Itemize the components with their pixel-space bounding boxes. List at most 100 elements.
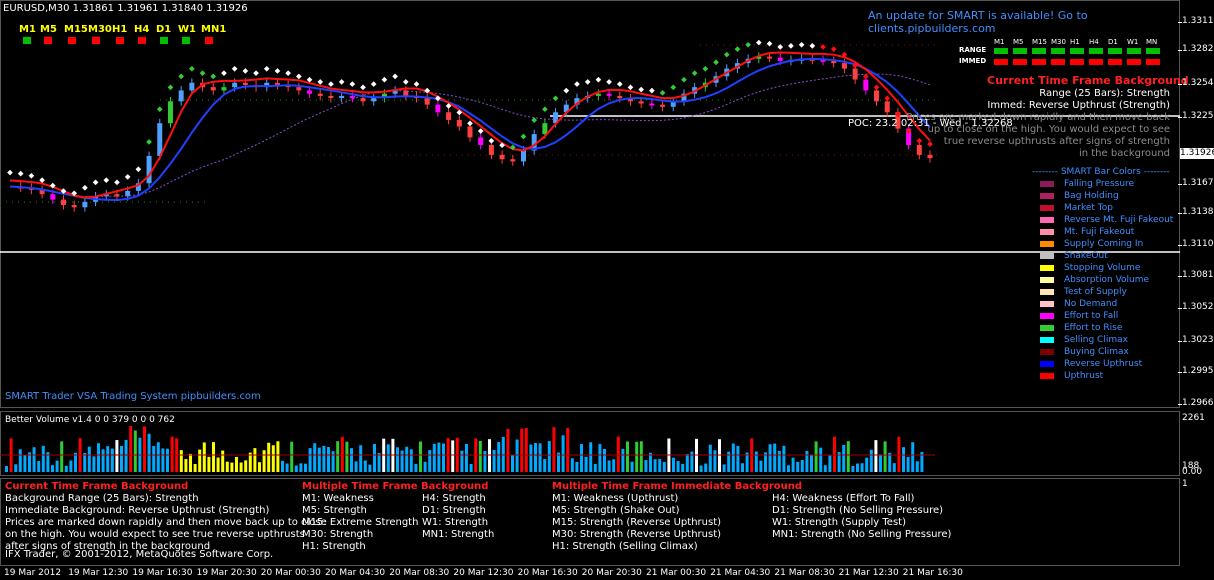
price-tick-label: 1.29950 (1182, 366, 1214, 376)
price-bar (595, 93, 601, 96)
volume-bar (644, 460, 648, 472)
time-tick-label: 19 Mar 16:30 (132, 568, 193, 578)
volume-bar (828, 455, 832, 472)
time-tick-label: 19 Mar 12:30 (68, 568, 129, 578)
volume-bar (874, 440, 878, 472)
volume-bar (741, 463, 744, 472)
volume-bar (580, 444, 583, 472)
price-bar (274, 82, 280, 85)
legend-label: Reverse Upthrust (1064, 359, 1143, 369)
legend-item: Absorption Volume (1040, 275, 1180, 285)
legend-item: Reverse Mt. Fuji Fakeout (1040, 215, 1180, 225)
volume-bar (575, 461, 579, 472)
volume-bar (662, 461, 666, 472)
signal-diamond (349, 81, 356, 87)
price-tick-mark (1178, 341, 1182, 342)
update-notice[interactable]: An update for SMART is available! Go to … (868, 9, 1214, 35)
grid-range-label: RANGE (959, 46, 987, 54)
volume-axis-min: 0.00 (1182, 467, 1203, 477)
volume-bar (842, 444, 846, 472)
legend-swatch (1040, 289, 1054, 295)
price-tick-label: 1.30525 (1182, 302, 1214, 312)
volume-bar (350, 448, 353, 472)
tf-label-mn1: MN1 (201, 24, 227, 35)
ind-col1-desc-2: on the high. You would expect to see tru… (5, 529, 305, 540)
signal-diamond (520, 133, 527, 140)
grid-range-cell (1108, 48, 1122, 54)
volume-bar (101, 449, 105, 472)
volume-bar (207, 456, 211, 472)
volume-label: Better Volume v1.4 0 0 379 0 0 0 762 (5, 415, 175, 425)
price-bar (606, 93, 612, 96)
volume-bar (511, 454, 514, 472)
volume-bar (152, 446, 156, 472)
volume-bar (483, 451, 487, 472)
price-tick-mark (1178, 213, 1182, 214)
volume-bar (363, 460, 367, 472)
volume-bar (166, 448, 169, 472)
mtf-immed-left: M1: Weakness (Upthrust) (552, 493, 679, 504)
signal-diamond (28, 172, 35, 179)
volume-bar (814, 441, 818, 472)
legend-label: Falling Pressure (1064, 179, 1135, 189)
price-bar (520, 150, 526, 162)
price-bar (71, 205, 77, 208)
price-bar (221, 87, 227, 91)
volume-bar (258, 462, 261, 472)
volume-bar (902, 447, 905, 472)
volume-bar (731, 443, 735, 472)
volume-bar (359, 445, 363, 472)
volume-bar (488, 439, 491, 472)
volume-bar (299, 463, 303, 472)
price-bar (189, 82, 195, 91)
volume-bar (681, 463, 685, 472)
ind-col3-title: Multiple Time Frame Immediate Background (552, 481, 803, 492)
signal-diamond (734, 46, 741, 52)
volume-bar (189, 453, 192, 472)
footer-text[interactable]: SMART Trader VSA Trading System pipbuild… (5, 391, 261, 402)
tf-label-m15: M15 (64, 24, 88, 35)
price-bar (852, 68, 858, 80)
volume-bar (198, 449, 202, 472)
signal-diamond (199, 70, 206, 76)
tf-status-h1 (116, 37, 124, 44)
price-tick-label: 1.33110 (1182, 16, 1214, 26)
volume-bar (221, 450, 225, 472)
grid-immed-cell (994, 59, 1008, 65)
volume-bar (603, 448, 606, 472)
volume-bar (897, 436, 901, 472)
price-bar (435, 104, 441, 113)
volume-bar (184, 459, 188, 472)
volume-bar (156, 442, 160, 472)
price-bar (307, 90, 313, 94)
grid-header-m1: M1 (994, 38, 1005, 46)
volume-bar (906, 456, 910, 472)
volume-bar (212, 442, 215, 472)
volume-bar (520, 428, 524, 472)
time-tick-label: 19 Mar 2012 (4, 568, 62, 578)
legend-item: Selling Climax (1040, 335, 1180, 345)
signal-diamond (338, 79, 345, 85)
volume-bar (409, 449, 413, 472)
price-bar (874, 90, 880, 102)
volume-bar (612, 459, 616, 472)
signal-diamond (242, 68, 249, 74)
volume-bar (331, 451, 335, 472)
volume-bar (460, 450, 464, 472)
signal-diamond (231, 65, 238, 72)
legend-item: Test of Supply (1040, 287, 1180, 297)
legend-item: Bag Holding (1040, 191, 1180, 201)
background-desc-3: true reverse upthrusts after signs of st… (943, 136, 1170, 147)
volume-bar (800, 460, 804, 472)
price-tick-mark (1178, 404, 1182, 405)
volume-bar (14, 464, 18, 472)
price-tick-label: 1.31100 (1182, 239, 1214, 249)
price-tick-label: 1.30810 (1182, 270, 1214, 280)
volume-bar (267, 442, 271, 472)
price-bar (360, 98, 366, 102)
grid-immed-cell (1146, 59, 1160, 65)
volume-bar (37, 461, 41, 472)
grid-immed-cell (1032, 59, 1046, 65)
signal-diamond (39, 177, 45, 183)
volume-bar (92, 456, 96, 472)
